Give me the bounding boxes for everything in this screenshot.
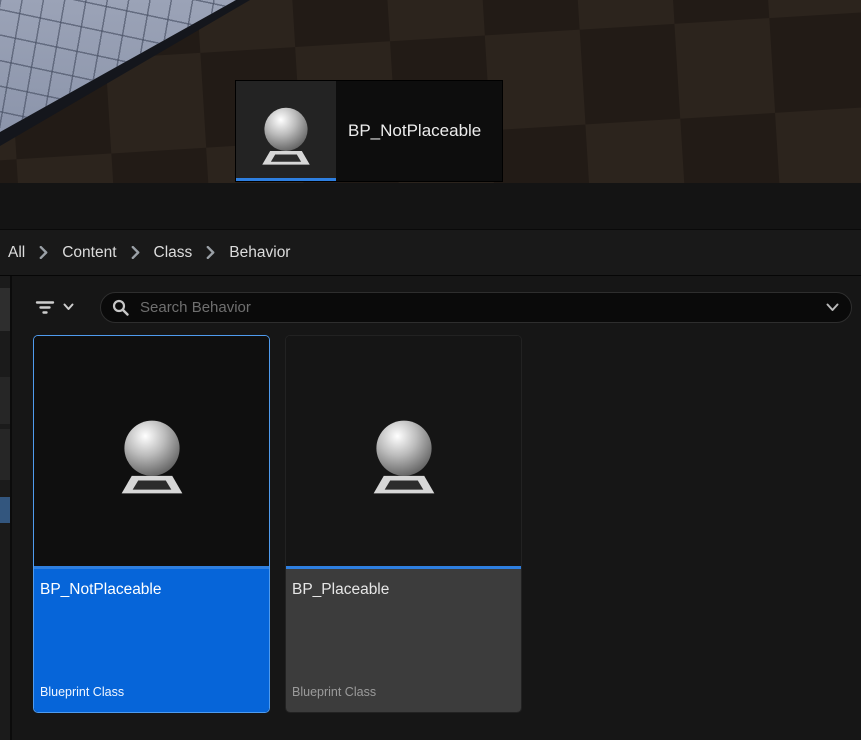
filter-icon [34, 299, 56, 316]
asset-type-color-bar [236, 178, 336, 181]
breadcrumb-item-all[interactable]: All [8, 244, 25, 262]
breadcrumb-item-behavior[interactable]: Behavior [229, 244, 290, 262]
sphere-on-base-icon [250, 94, 322, 169]
blueprint-sphere-icon [358, 403, 450, 499]
asset-title: BP_Placeable [292, 581, 512, 599]
asset-type-label: Blueprint Class [292, 685, 512, 699]
asset-view: BP_NotPlaceable Blueprint Class [0, 276, 861, 740]
asset-thumbnail [286, 336, 521, 566]
asset-tile-bp-placeable[interactable]: BP_Placeable Blueprint Class [285, 335, 522, 713]
asset-tile-footer: BP_Placeable Blueprint Class [286, 569, 521, 712]
drag-drop-tooltip: BP_NotPlaceable [235, 80, 503, 182]
breadcrumb: All Content Class Behavior [0, 230, 861, 276]
search-input[interactable] [138, 298, 826, 317]
left-panel-edge-row [0, 429, 10, 480]
drag-tooltip-label: BP_NotPlaceable [348, 121, 481, 141]
asset-title: BP_NotPlaceable [40, 581, 260, 599]
breadcrumb-item-class[interactable]: Class [154, 244, 193, 262]
left-panel-edge [0, 276, 12, 740]
chevron-right-icon [206, 246, 215, 259]
asset-tile-footer: BP_NotPlaceable Blueprint Class [34, 569, 269, 712]
chevron-down-icon [63, 303, 74, 311]
filter-button[interactable] [34, 293, 74, 321]
search-icon [112, 299, 129, 316]
left-panel-edge-row [0, 377, 10, 424]
left-panel-edge-row [0, 288, 10, 331]
chevron-right-icon [131, 246, 140, 259]
content-browser-toolbar [0, 183, 861, 230]
asset-tile-bp-notplaceable[interactable]: BP_NotPlaceable Blueprint Class [33, 335, 270, 713]
asset-thumbnail [34, 336, 269, 566]
blueprint-sphere-icon [236, 81, 336, 181]
blueprint-sphere-icon [106, 403, 198, 499]
unreal-editor-screen: BP_NotPlaceable All Content Class Behavi… [0, 0, 861, 740]
asset-type-label: Blueprint Class [40, 685, 260, 699]
search-options-dropdown-icon[interactable] [826, 303, 839, 312]
chevron-right-icon [39, 246, 48, 259]
breadcrumb-item-content[interactable]: Content [62, 244, 116, 262]
left-panel-edge-row-selected [0, 497, 10, 523]
search-bar[interactable] [100, 292, 852, 323]
